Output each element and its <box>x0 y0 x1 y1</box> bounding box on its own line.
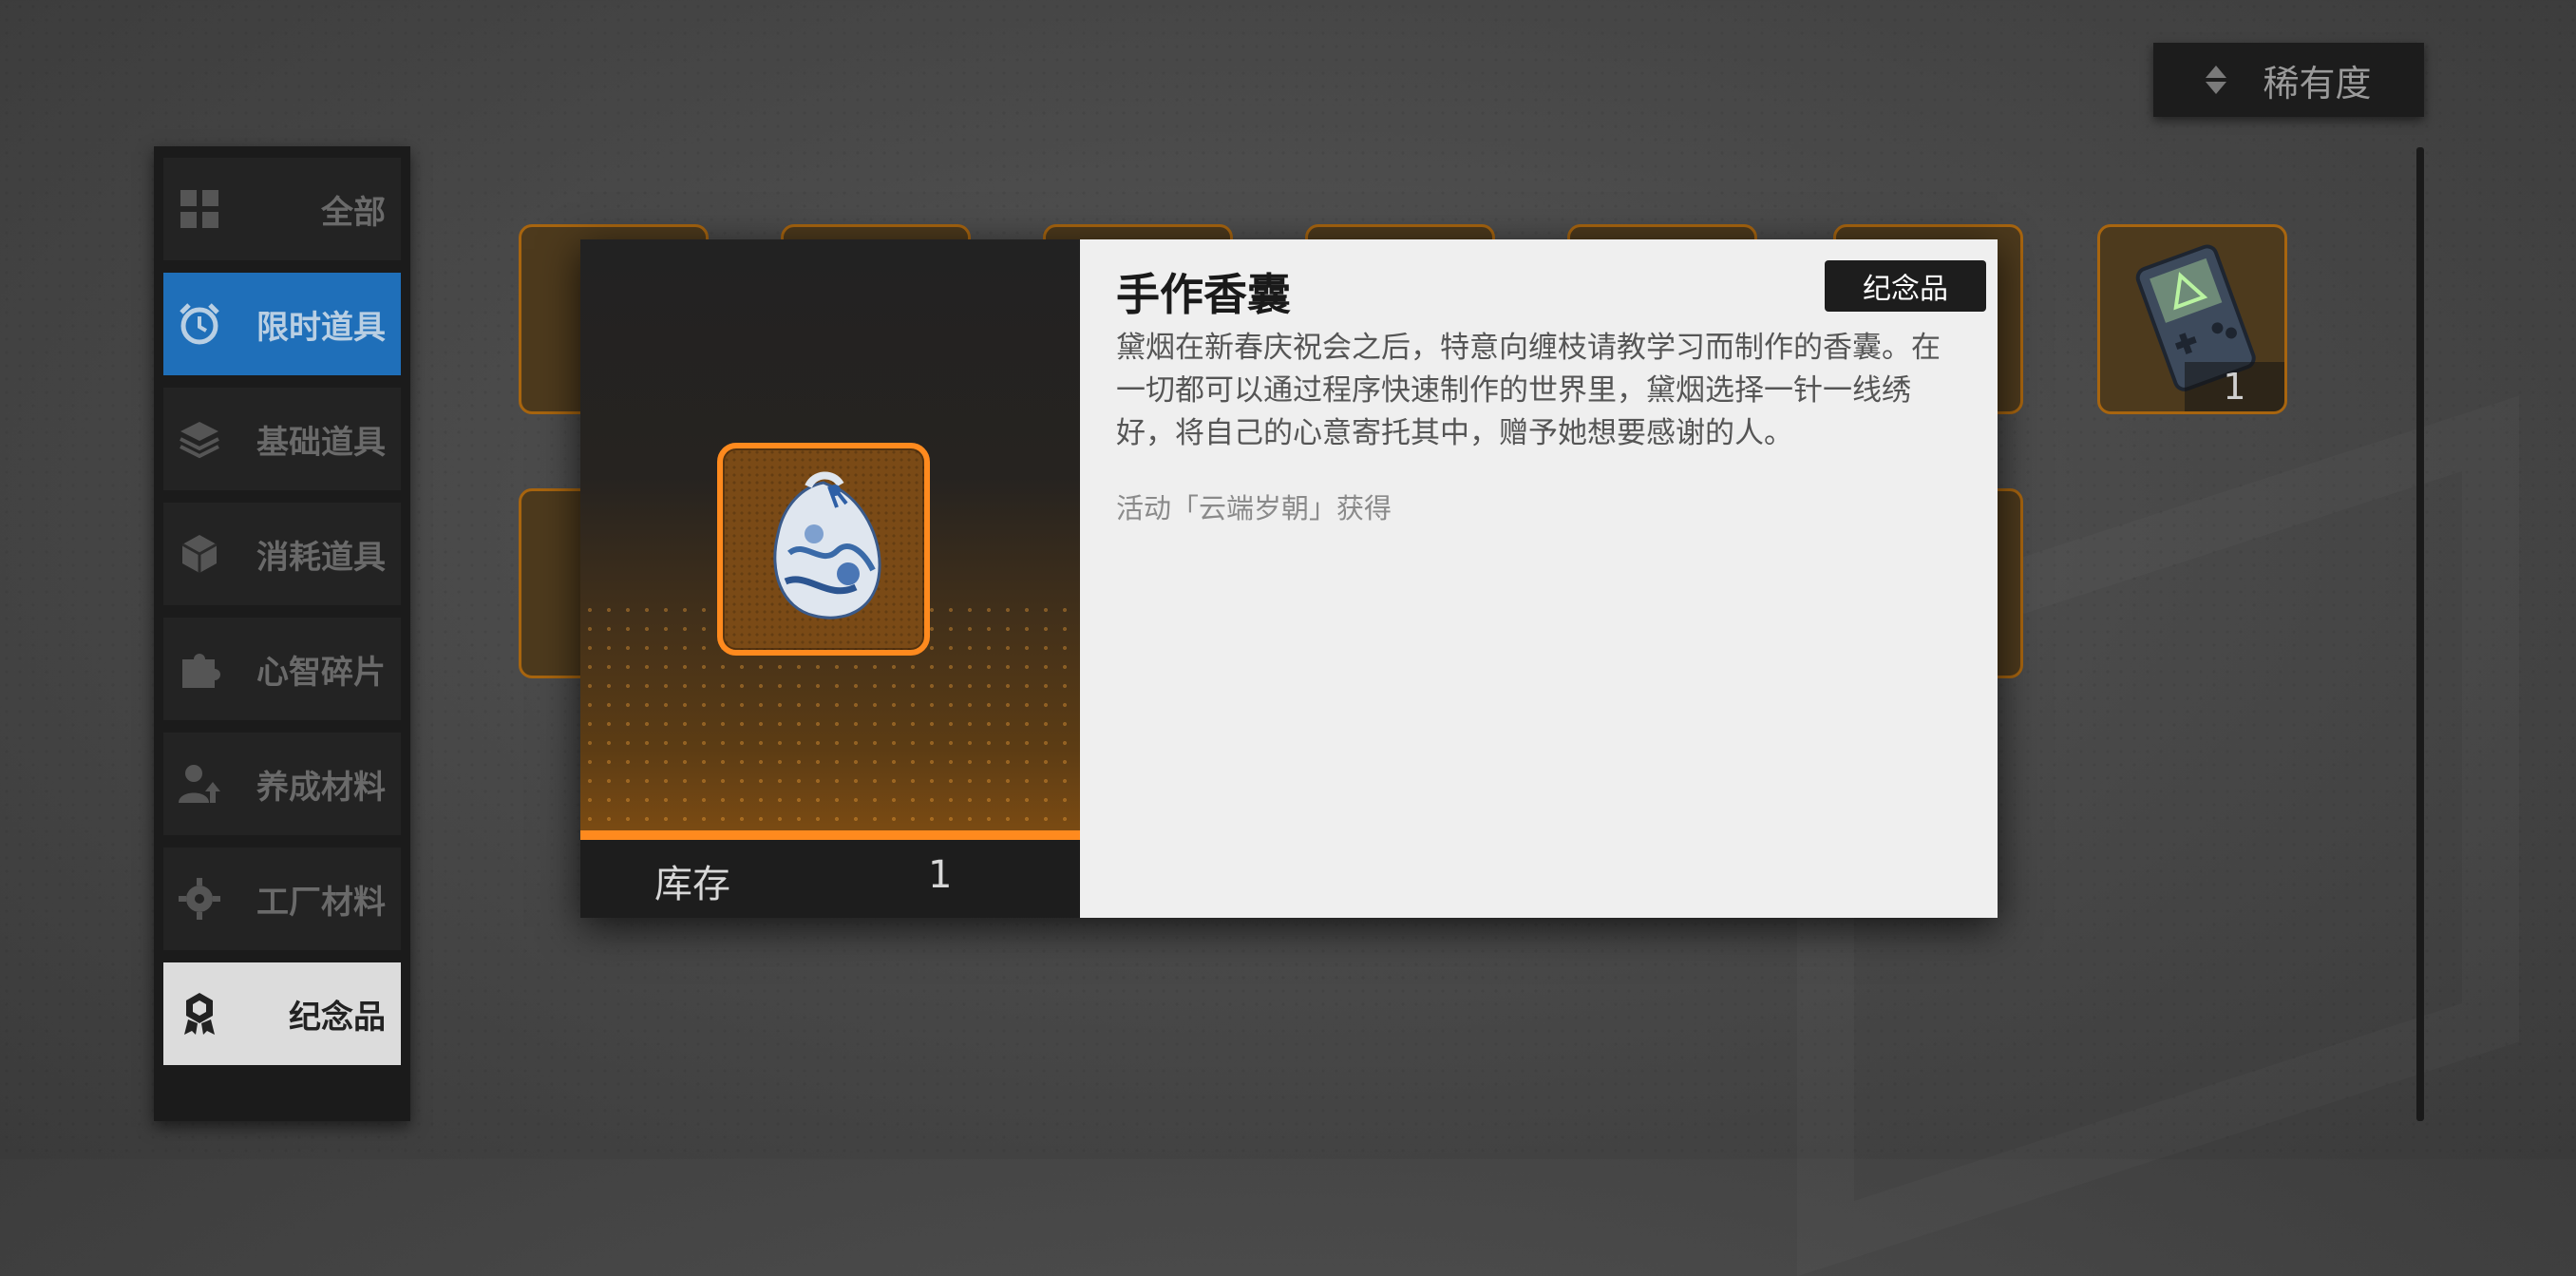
item-preview-panel: 库存 1 <box>580 239 1080 918</box>
item-detail-modal: 库存 1 手作香囊 纪念品 黛烟在新春庆祝会之后，特意向缠枝请教学习而制作的香囊… <box>580 239 1998 918</box>
alarm-clock-icon <box>180 303 219 345</box>
sidebar-item-label: 消耗道具 <box>256 538 386 577</box>
stock-value: 1 <box>928 853 953 897</box>
item-info-panel: 手作香囊 纪念品 黛烟在新春庆祝会之后，特意向缠枝请教学习而制作的香囊。在一切都… <box>1080 239 1998 918</box>
item-source: 活动「云端岁朝」获得 <box>1116 492 1392 524</box>
puzzle-icon <box>182 654 220 688</box>
sidebar-item-label: 养成材料 <box>256 768 386 807</box>
inventory-scrollbar[interactable] <box>2416 147 2424 1121</box>
sidebar-item-label: 限时道具 <box>256 308 386 347</box>
sidebar-item-mind-fragments[interactable]: 心智碎片 <box>163 618 401 720</box>
sidebar-item-basic[interactable]: 基础道具 <box>163 388 401 490</box>
sidebar-item-label: 全部 <box>321 193 386 232</box>
sidebar-item-consumable[interactable]: 消耗道具 <box>163 503 401 605</box>
grid-icon <box>180 190 218 228</box>
item-icon-frame <box>717 443 930 656</box>
sidebar-item-limited[interactable]: 限时道具 <box>163 273 401 375</box>
sidebar-item-label: 心智碎片 <box>256 653 386 692</box>
layers-icon <box>180 422 219 459</box>
sidebar-item-growth-materials[interactable]: 养成材料 <box>163 733 401 835</box>
sidebar-item-label: 工厂材料 <box>256 883 386 922</box>
sidebar-item-label: 基础道具 <box>256 423 386 462</box>
medal-icon <box>184 993 215 1035</box>
cube-icon <box>181 535 218 573</box>
sachet-icon <box>773 471 881 619</box>
item-title: 手作香囊 <box>1116 269 1291 320</box>
stock-label: 库存 <box>654 863 730 906</box>
stock-bar: 库存 1 <box>580 830 1080 918</box>
gear-icon <box>179 878 220 920</box>
user-upgrade-icon <box>179 765 220 803</box>
sort-icon <box>2206 66 2227 94</box>
item-category-badge: 纪念品 <box>1825 260 1986 312</box>
sidebar-item-souvenirs[interactable]: 纪念品 <box>163 962 401 1065</box>
sidebar-item-factory-materials[interactable]: 工厂材料 <box>163 847 401 950</box>
sort-by-rarity-button[interactable]: 稀有度 <box>2153 43 2424 117</box>
sort-label: 稀有度 <box>2263 62 2372 105</box>
sidebar-item-all[interactable]: 全部 <box>163 158 401 260</box>
category-sidebar: 全部 限时道具 基础道具 消耗道具 心智碎片 养成材料 工厂材料 纪念品 <box>154 146 410 1121</box>
item-count: 1 <box>2185 362 2284 411</box>
inventory-slot-gameboy[interactable]: 1 <box>2097 224 2287 414</box>
sidebar-item-label: 纪念品 <box>289 998 386 1037</box>
item-description: 黛烟在新春庆祝会之后，特意向缠枝请教学习而制作的香囊。在一切都可以通过程序快速制… <box>1116 331 1941 450</box>
